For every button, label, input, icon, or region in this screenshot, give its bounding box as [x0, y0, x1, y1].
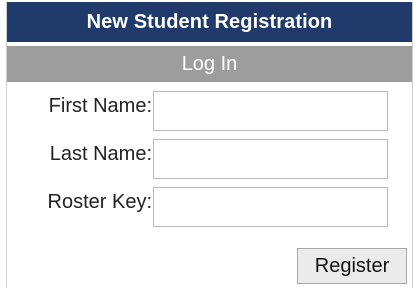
- first-name-field[interactable]: [153, 91, 388, 131]
- first-name-row: First Name:: [7, 91, 412, 133]
- last-name-field[interactable]: [153, 139, 388, 179]
- last-name-label: Last Name:: [49, 143, 152, 165]
- last-name-row: Last Name:: [7, 139, 412, 181]
- register-button[interactable]: Register: [297, 248, 407, 284]
- roster-key-row: Roster Key:: [7, 187, 412, 229]
- roster-key-field[interactable]: [153, 187, 388, 227]
- first-name-label: First Name:: [48, 95, 152, 117]
- registration-panel: New Student Registration Log In First Na…: [6, 2, 413, 288]
- roster-key-label: Roster Key:: [47, 191, 152, 213]
- panel-subtitle: Log In: [7, 46, 412, 82]
- panel-title: New Student Registration: [7, 2, 412, 42]
